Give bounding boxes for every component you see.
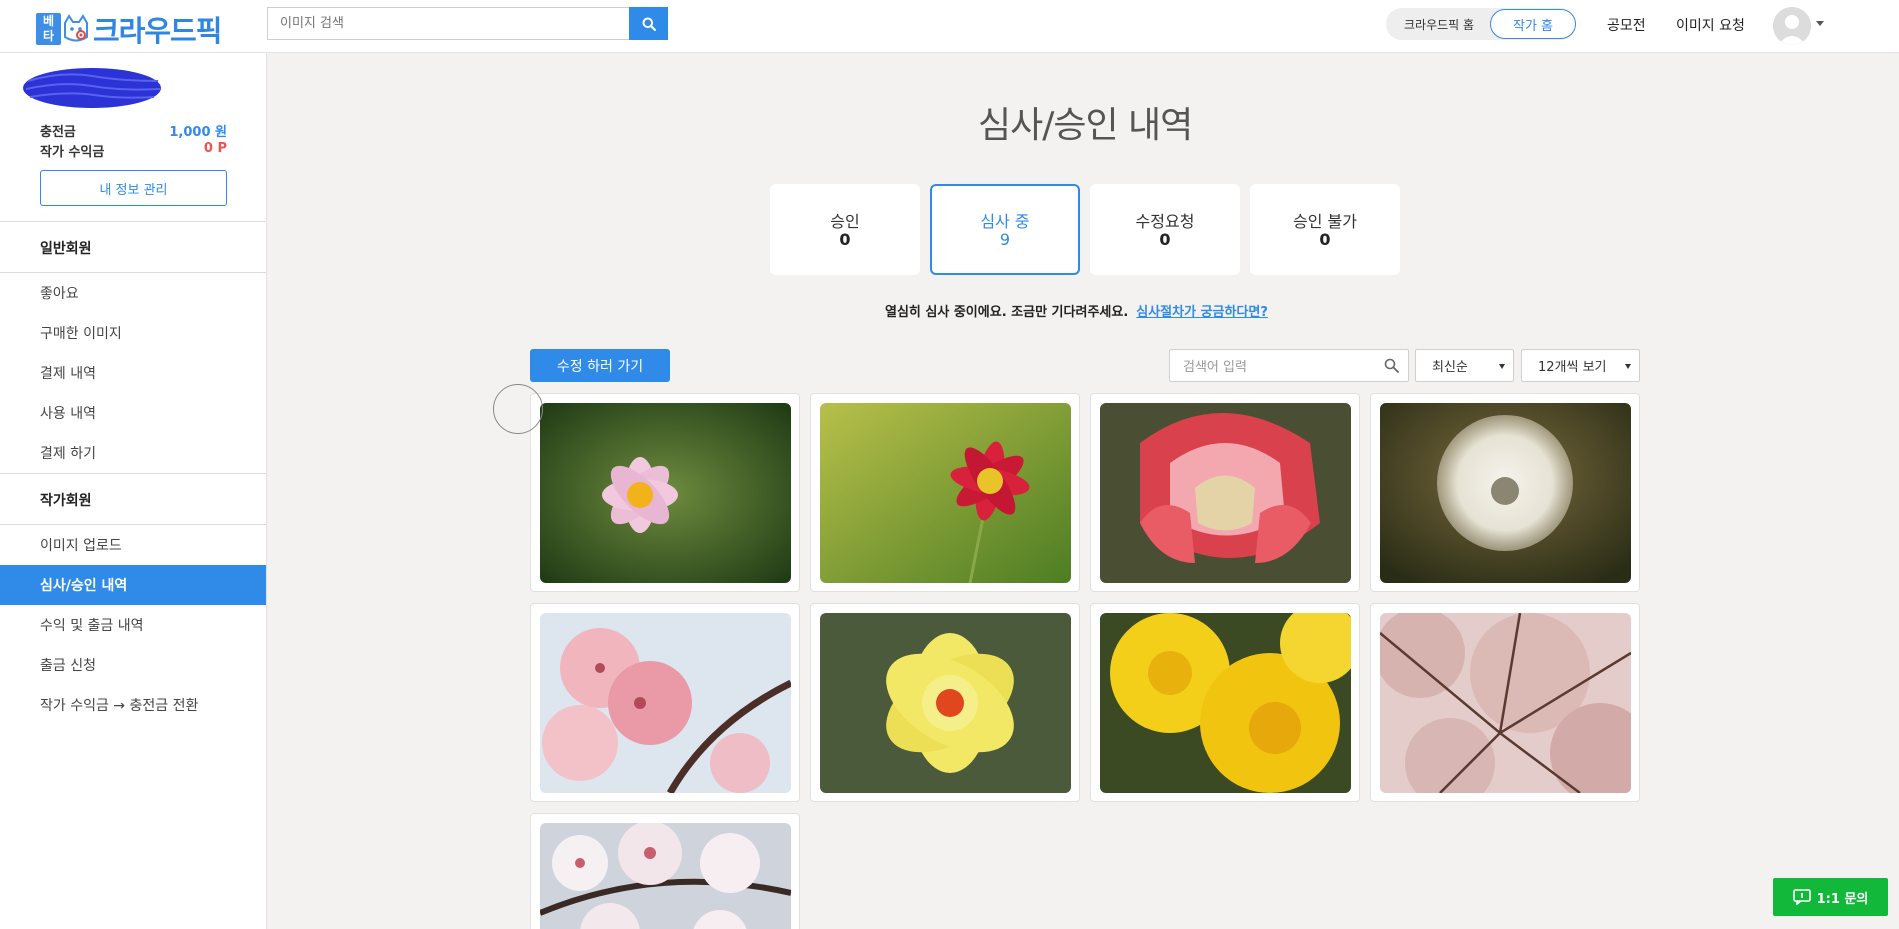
review-process-link[interactable]: 심사절차가 궁금하다면?	[1136, 305, 1268, 320]
user-icon	[1773, 7, 1811, 45]
image-card[interactable]	[530, 813, 800, 929]
tab-revision-requested[interactable]: 수정요청 0	[1090, 184, 1240, 275]
image-search	[267, 7, 668, 40]
per-page-select[interactable]: 12개씩 보기	[1521, 349, 1640, 382]
earnings-value: 0 P	[203, 141, 227, 156]
balance-row: 충전금 1,000 원	[40, 121, 227, 140]
earnings-row: 작가 수익금 0 P	[40, 141, 227, 160]
image-card[interactable]	[1370, 393, 1640, 592]
tab-count: 0	[1159, 230, 1171, 249]
sidebar-item-convert-earnings[interactable]: 작가 수익금 → 충전금 전환	[0, 685, 266, 725]
tab-approved[interactable]: 승인 0	[770, 184, 920, 275]
tab-count: 0	[1319, 230, 1331, 249]
image-thumbnail-red-cosmos	[820, 403, 1071, 583]
beta-badge-top: 베	[42, 14, 55, 28]
image-card[interactable]	[1370, 603, 1640, 802]
author-home-button[interactable]: 작가 홈	[1490, 9, 1576, 39]
sidebar-item-image-upload[interactable]: 이미지 업로드	[0, 525, 266, 565]
inquiry-button[interactable]: 1:1 문의	[1773, 878, 1888, 916]
earnings-label: 작가 수익금	[40, 145, 105, 160]
image-thumbnail-cherry-tree	[1380, 613, 1631, 793]
image-thumbnail-dandelion	[1380, 403, 1631, 583]
beta-badge-bottom: 타	[42, 29, 55, 43]
page-title: 심사/승인 내역	[978, 105, 1193, 146]
sidebar-item-usage-history[interactable]: 사용 내역	[0, 393, 266, 433]
tab-in-review[interactable]: 심사 중 9	[930, 184, 1080, 275]
redacted-username	[23, 68, 161, 108]
search-button[interactable]	[629, 7, 668, 40]
image-thumbnail-pink-cosmos	[540, 403, 791, 583]
review-notice: 열심히 심사 중이에요. 조금만 기다려주세요. 심사절차가 궁금하다면?	[885, 301, 1268, 320]
nav-contest[interactable]: 공모전	[1607, 15, 1646, 35]
sidebar-item-likes[interactable]: 좋아요	[0, 273, 266, 313]
divider	[0, 221, 266, 222]
sidebar-item-payment-history[interactable]: 결제 내역	[0, 353, 266, 393]
sidebar-item-earnings-history[interactable]: 수익 및 출금 내역	[0, 605, 266, 645]
image-thumbnail-yellow-daffodils	[1100, 613, 1351, 793]
tab-label: 수정요청	[1135, 212, 1195, 231]
image-thumbnail-yellow-daffodil	[820, 613, 1071, 793]
tab-count: 0	[839, 230, 851, 249]
tab-label: 심사 중	[980, 212, 1030, 231]
search-icon	[642, 17, 656, 31]
balance-label: 충전금	[40, 125, 76, 140]
logo-text: 크라우드픽	[93, 14, 222, 48]
chat-icon	[1792, 889, 1811, 905]
keyword-filter-input[interactable]: 검색어 입력	[1169, 349, 1409, 382]
go-edit-button[interactable]: 수정 하러 가기	[530, 349, 670, 382]
crowdpic-home-link[interactable]: 크라우드픽 홈	[1404, 16, 1474, 33]
sidebar: 충전금 1,000 원 작가 수익금 0 P 내 정보 관리 일반회원 좋아요 …	[0, 53, 267, 929]
tab-count: 9	[999, 230, 1011, 249]
image-card[interactable]	[530, 393, 800, 592]
image-card[interactable]	[1090, 603, 1360, 802]
cat-logo-icon	[64, 14, 88, 42]
sidebar-item-review-history[interactable]: 심사/승인 내역	[0, 565, 266, 605]
image-card[interactable]	[810, 393, 1080, 592]
balance-value: 1,000 원	[169, 125, 227, 140]
inquiry-label: 1:1 문의	[1816, 891, 1869, 907]
image-card[interactable]	[810, 603, 1080, 802]
sidebar-item-withdraw-request[interactable]: 출금 신청	[0, 645, 266, 685]
image-card[interactable]	[530, 603, 800, 802]
sort-select[interactable]: 최신순	[1415, 349, 1514, 382]
beta-badge: 베 타	[36, 13, 61, 45]
avatar[interactable]	[1773, 7, 1811, 45]
image-thumbnail-red-tulip	[1100, 403, 1351, 583]
tab-label: 승인 불가	[1293, 212, 1357, 231]
home-toggle: 크라우드픽 홈 작가 홈	[1386, 8, 1576, 40]
top-header: 베 타 크라우드픽 크라우드픽 홈 작가 홈 공모전 이미지 요청	[0, 0, 1899, 53]
sidebar-item-make-payment[interactable]: 결제 하기	[0, 433, 266, 473]
notice-text: 열심히 심사 중이에요. 조금만 기다려주세요.	[885, 305, 1129, 320]
chevron-down-icon[interactable]	[1816, 21, 1824, 26]
section-general-members: 일반회원	[40, 241, 92, 257]
cursor-indicator	[493, 384, 543, 434]
search-icon[interactable]	[1384, 358, 1399, 373]
image-thumbnail-peach-blossom	[540, 613, 791, 793]
manage-profile-button[interactable]: 내 정보 관리	[40, 170, 227, 206]
image-search-input[interactable]	[267, 7, 629, 40]
divider	[0, 473, 266, 474]
image-thumbnail-cherry-blossom	[540, 823, 791, 929]
sidebar-item-purchased-images[interactable]: 구매한 이미지	[0, 313, 266, 353]
image-card[interactable]	[1090, 393, 1360, 592]
tab-rejected[interactable]: 승인 불가 0	[1250, 184, 1400, 275]
filter-placeholder: 검색어 입력	[1183, 360, 1247, 375]
site-logo[interactable]: 베 타 크라우드픽	[36, 8, 222, 50]
section-author-members: 작가회원	[40, 493, 92, 509]
tab-label: 승인	[830, 212, 860, 231]
nav-image-request[interactable]: 이미지 요청	[1676, 15, 1745, 35]
